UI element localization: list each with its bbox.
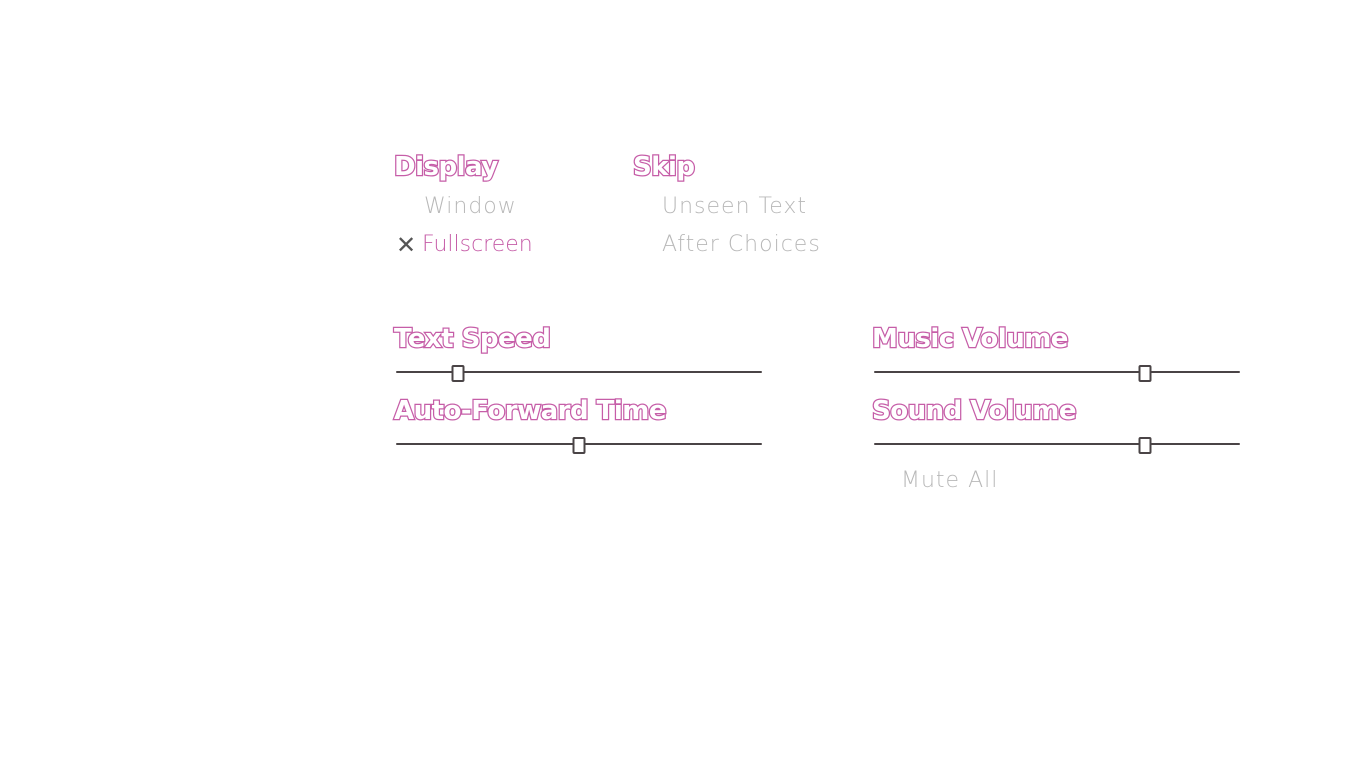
auto-forward-time-slider[interactable] <box>396 434 762 454</box>
slider-track <box>874 371 1240 373</box>
music-volume-title: Music Volume <box>871 324 1070 354</box>
x-mark-icon: ✕ <box>396 231 417 259</box>
slider-thumb[interactable] <box>1138 365 1152 382</box>
skip-title: Skip <box>632 152 697 182</box>
display-window-option[interactable]: Window <box>424 196 517 218</box>
slider-thumb[interactable] <box>1138 437 1152 454</box>
skip-after-choices-option[interactable]: After Choices <box>662 234 821 256</box>
slider-thumb[interactable] <box>451 365 465 382</box>
display-fullscreen-option[interactable]: Fullscreen <box>422 234 533 256</box>
text-speed-slider[interactable] <box>396 362 762 382</box>
auto-forward-time-title: Auto-Forward Time <box>393 396 668 426</box>
music-volume-slider[interactable] <box>874 362 1240 382</box>
sound-volume-title: Sound Volume <box>871 396 1078 426</box>
mute-all-option[interactable]: Mute All <box>901 470 998 492</box>
text-speed-title: Text Speed <box>393 324 552 354</box>
display-title: Display <box>393 152 500 182</box>
slider-thumb[interactable] <box>572 437 586 454</box>
skip-unseen-text-option[interactable]: Unseen Text <box>662 196 807 218</box>
sound-volume-slider[interactable] <box>874 434 1240 454</box>
slider-track <box>874 443 1240 445</box>
